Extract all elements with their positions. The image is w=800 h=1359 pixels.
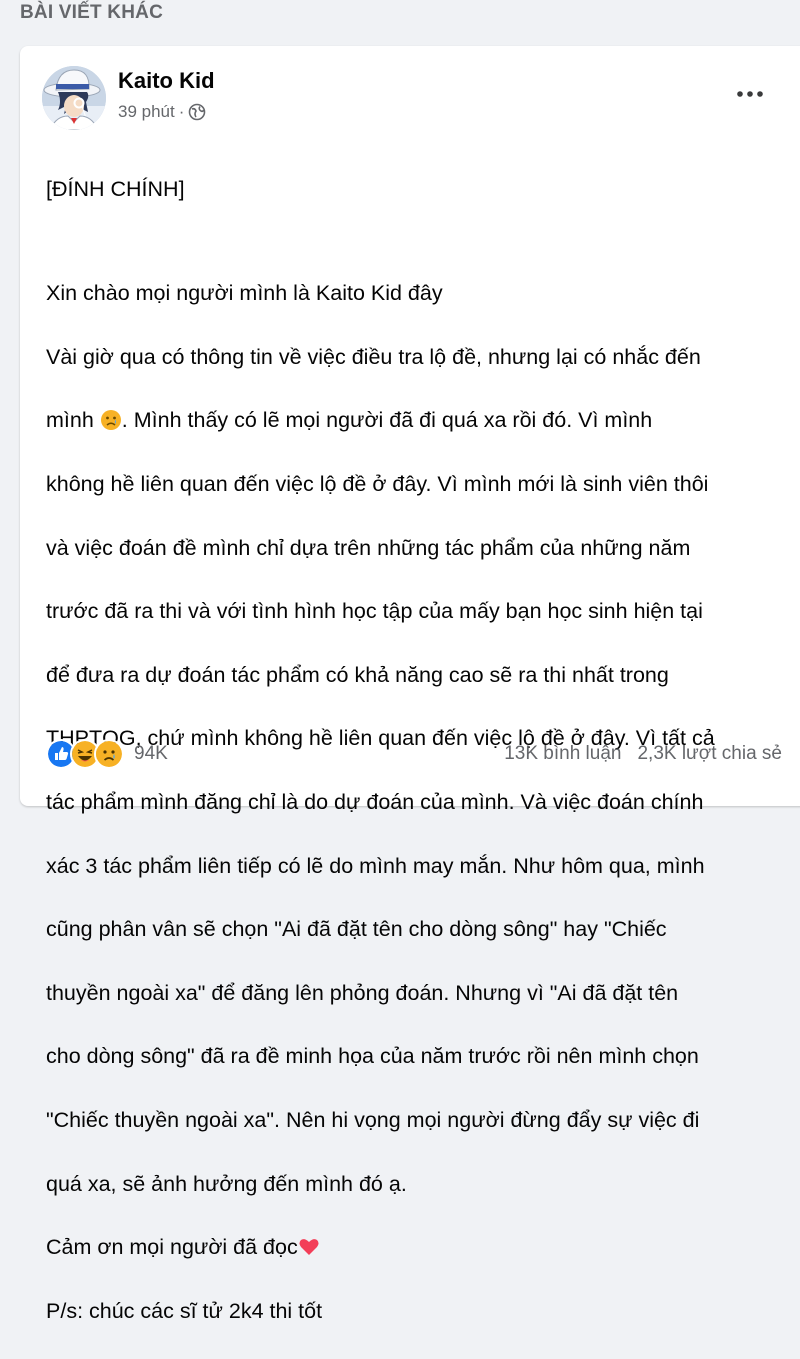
post-time[interactable]: 39 phút bbox=[118, 102, 175, 122]
post-line: thuyền ngoài xa" để đăng lên phỏng đoán.… bbox=[46, 980, 679, 1005]
meta-separator: · bbox=[178, 102, 185, 121]
sad-emoji-icon bbox=[100, 409, 122, 431]
post-text: . Mình thấy có lẽ mọi người đã đi quá xa… bbox=[121, 408, 653, 433]
more-options-icon bbox=[737, 91, 763, 97]
author-name[interactable]: Kaito Kid bbox=[118, 68, 215, 94]
post-meta: 39 phút · bbox=[118, 102, 206, 122]
post-line: không hề liên quan đến việc lộ đề ở đây.… bbox=[46, 471, 709, 496]
post-line: cho dòng sông" đã ra đề minh họa của năm… bbox=[46, 1044, 699, 1069]
post-line: xác 3 tác phẩm liên tiếp có lẽ do mình m… bbox=[46, 853, 705, 878]
reaction-count: 94K bbox=[134, 743, 168, 764]
comments-count[interactable]: 13K bình luận bbox=[504, 743, 621, 765]
post-line: và việc đoán đề mình chỉ dựa trên những … bbox=[46, 535, 691, 560]
post-footer: 94K 13K bình luận 2,3K lượt chia sẻ bbox=[46, 736, 782, 772]
post-line: tác phẩm mình đăng chỉ là do dự đoán của… bbox=[46, 789, 704, 814]
post-line: cũng phân vân sẽ chọn "Ai đã đặt tên cho… bbox=[46, 917, 667, 942]
reaction-summary[interactable]: 94K bbox=[46, 739, 168, 769]
sad-reaction-icon bbox=[94, 739, 124, 769]
post-stats: 13K bình luận 2,3K lượt chia sẻ bbox=[504, 743, 782, 765]
post-line: Xin chào mọi người mình là Kaito Kid đây bbox=[46, 281, 443, 306]
author-avatar[interactable] bbox=[42, 66, 106, 130]
post-line: để đưa ra dự đoán tác phẩm có khả năng c… bbox=[46, 662, 669, 687]
post-heading: [ĐÍNH CHÍNH] bbox=[46, 176, 185, 201]
post-line: quá xa, sẽ ảnh hưởng đến mình đó ạ. bbox=[46, 1171, 407, 1196]
post-line-with-emoji: Cảm ơn mọi người đã đọc bbox=[46, 1232, 776, 1264]
shares-count[interactable]: 2,3K lượt chia sẻ bbox=[637, 743, 782, 765]
post-line: "Chiếc thuyền ngoài xa". Nên hi vọng mọi… bbox=[46, 1107, 700, 1132]
section-title: BÀI VIẾT KHÁC bbox=[20, 2, 163, 23]
post-line: trước đã ra thi và với tình hình học tập… bbox=[46, 599, 703, 624]
post-line-with-emoji: mình . Mình thấy có lẽ mọi người đã đi q… bbox=[46, 405, 776, 437]
heart-emoji-icon bbox=[298, 1236, 320, 1258]
globe-icon bbox=[188, 103, 206, 121]
post-line: Vài giờ qua có thông tin về việc điều tr… bbox=[46, 344, 701, 369]
avatar-image bbox=[42, 66, 106, 130]
post-card: Kaito Kid 39 phút · [ĐÍNH CHÍNH] Xin chà… bbox=[20, 46, 800, 1323]
more-options-button[interactable] bbox=[732, 84, 768, 104]
post-text: mình bbox=[46, 408, 94, 433]
post-line: P/s: chúc các sĩ tử 2k4 thi tốt bbox=[46, 1298, 323, 1323]
post-text: Cảm ơn mọi người đã đọc bbox=[46, 1235, 298, 1260]
